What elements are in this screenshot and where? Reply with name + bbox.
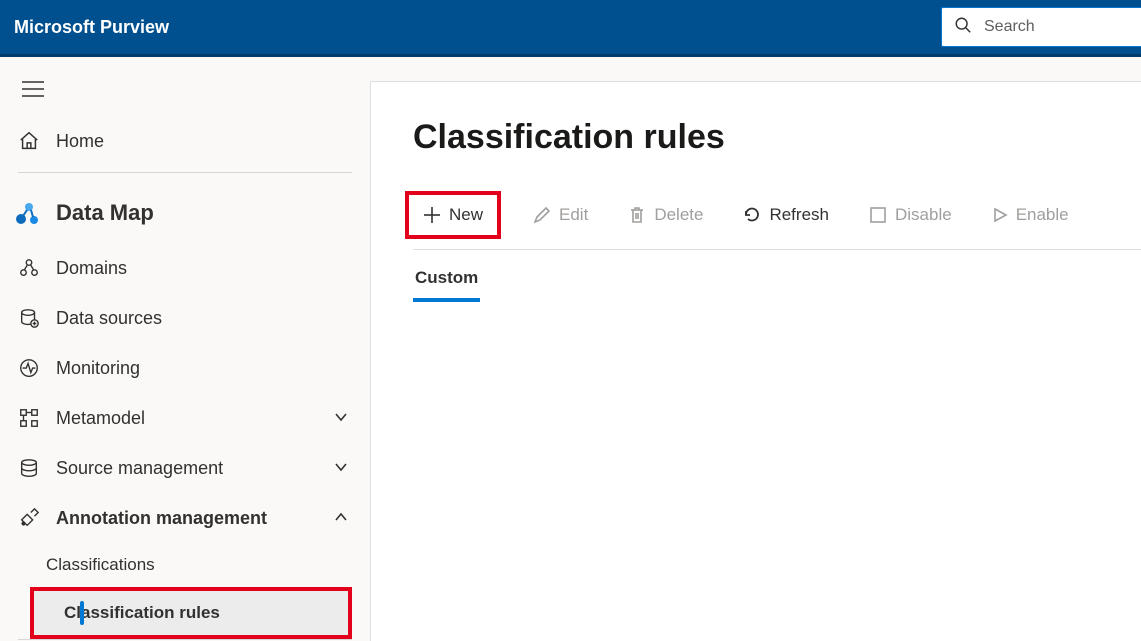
highlight-new-button: New	[405, 191, 501, 239]
sidebar-section-datamap[interactable]: Data Map	[0, 183, 370, 243]
sidebar-item-label: Domains	[56, 258, 127, 279]
page-title: Classification rules	[413, 118, 1141, 157]
button-label: Enable	[1016, 205, 1069, 225]
toolbar: New Edit Delete Refresh	[413, 191, 1141, 250]
home-icon	[18, 130, 56, 152]
button-label: New	[449, 205, 483, 225]
chevron-down-icon	[334, 458, 348, 479]
disable-button[interactable]: Disable	[861, 199, 960, 231]
refresh-button[interactable]: Refresh	[735, 199, 837, 231]
sidebar-item-label: Data sources	[56, 308, 162, 329]
search-input[interactable]	[984, 18, 1129, 36]
sidebar-subitem-classification-rules[interactable]: Classification rules	[34, 591, 348, 635]
sidebar-divider	[18, 172, 352, 173]
button-label: Refresh	[769, 205, 829, 225]
monitoring-icon	[18, 357, 56, 379]
sidebar-item-label: Source management	[56, 458, 223, 479]
search-box[interactable]	[941, 7, 1141, 47]
highlight-classification-rules: Classification rules	[30, 587, 352, 639]
chevron-down-icon	[334, 408, 348, 429]
sidebar-item-monitoring[interactable]: Monitoring	[0, 343, 370, 393]
pencil-icon	[533, 206, 551, 224]
sidebar-item-home[interactable]: Home	[0, 116, 370, 166]
play-icon	[992, 207, 1008, 223]
new-button[interactable]: New	[415, 199, 491, 231]
hamburger-button[interactable]	[0, 67, 370, 116]
refresh-icon	[743, 206, 761, 224]
sidebar-divider	[18, 639, 352, 640]
enable-button[interactable]: Enable	[984, 199, 1077, 231]
sidebar-item-data-sources[interactable]: Data sources	[0, 293, 370, 343]
main-panel: Classification rules New Edit	[370, 81, 1141, 641]
source-management-icon	[18, 457, 56, 479]
sidebar-item-annotation-management[interactable]: Annotation management	[0, 493, 370, 543]
sidebar-subitem-classifications[interactable]: Classifications	[0, 543, 370, 587]
brand-title: Microsoft Purview	[14, 17, 169, 38]
sidebar-item-label: Monitoring	[56, 358, 140, 379]
sidebar-item-label: Metamodel	[56, 408, 145, 429]
sidebar-subitem-label: Classification rules	[64, 603, 220, 623]
button-label: Disable	[895, 205, 952, 225]
sidebar-item-metamodel[interactable]: Metamodel	[0, 393, 370, 443]
sidebar-section-label: Data Map	[56, 200, 154, 226]
chevron-up-icon	[334, 508, 348, 529]
search-icon	[954, 16, 972, 39]
button-label: Edit	[559, 205, 588, 225]
datamap-icon	[14, 199, 56, 227]
edit-button[interactable]: Edit	[525, 199, 596, 231]
sidebar: Home Data Map Domai	[0, 57, 370, 641]
app-header: Microsoft Purview	[0, 0, 1141, 57]
button-label: Delete	[654, 205, 703, 225]
delete-button[interactable]: Delete	[620, 199, 711, 231]
metamodel-icon	[18, 407, 56, 429]
sidebar-item-domains[interactable]: Domains	[0, 243, 370, 293]
domains-icon	[18, 257, 56, 279]
data-sources-icon	[18, 307, 56, 329]
sidebar-item-label: Annotation management	[56, 508, 267, 529]
sidebar-subitem-label: Classifications	[46, 555, 155, 575]
sidebar-item-source-management[interactable]: Source management	[0, 443, 370, 493]
tabs: Custom	[413, 268, 1141, 302]
tab-custom[interactable]: Custom	[413, 268, 480, 302]
checkbox-empty-icon	[869, 206, 887, 224]
annotation-icon	[18, 507, 56, 529]
sidebar-item-label: Home	[56, 131, 104, 152]
plus-icon	[423, 206, 441, 224]
trash-icon	[628, 206, 646, 224]
